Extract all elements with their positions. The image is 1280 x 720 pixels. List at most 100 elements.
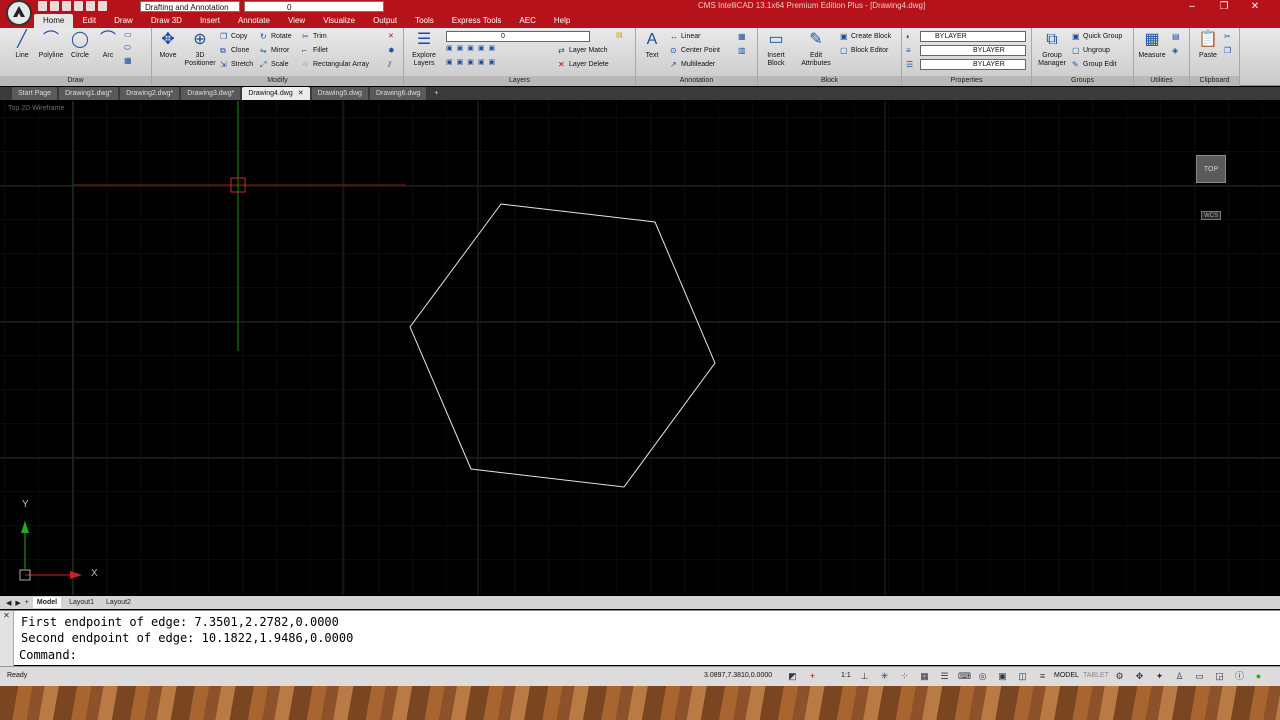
selection-cycle-icon[interactable]: ◫ xyxy=(1016,670,1029,683)
move-button[interactable]: ✥ Move xyxy=(152,30,184,60)
minimize-button[interactable]: – xyxy=(1182,0,1202,13)
viewport-label[interactable]: Top 2D Wireframe xyxy=(8,105,64,112)
tab-edit[interactable]: Edit xyxy=(73,14,105,28)
isolate-icon[interactable]: ♙ xyxy=(1173,670,1186,683)
layer-delete-button[interactable]: ✕ Layer Delete xyxy=(558,60,609,70)
redo-icon[interactable] xyxy=(98,1,107,11)
restore-button[interactable]: ❐ xyxy=(1214,0,1234,13)
measure-button[interactable]: ▦ Measure xyxy=(1136,30,1168,60)
ellipse-icon[interactable]: ⬭ xyxy=(124,43,135,53)
model-space-toggle[interactable]: MODEL xyxy=(1054,672,1079,679)
annotation-panel-title[interactable]: Annotation xyxy=(636,76,757,86)
tab-aec[interactable]: AEC xyxy=(510,14,544,28)
workspace-select[interactable]: Drafting and Annotation xyxy=(140,1,240,12)
explode-icon[interactable]: ✸ xyxy=(388,46,399,56)
layer-select[interactable]: 0 xyxy=(446,31,590,42)
workspace-icon[interactable]: ✥ xyxy=(1133,670,1146,683)
command-close-icon[interactable]: ✕ xyxy=(0,611,14,666)
tab-view[interactable]: View xyxy=(279,14,314,28)
arc-button[interactable]: ⌒ Arc xyxy=(92,30,124,60)
polyline-button[interactable]: ⌒ Polyline xyxy=(35,30,67,60)
tab-layout1[interactable]: Layout1 xyxy=(65,597,98,608)
lineweight-select[interactable]: BYLAYER xyxy=(920,59,1026,70)
block-editor-button[interactable]: ▢ Block Editor xyxy=(840,46,888,56)
tab-annotate[interactable]: Annotate xyxy=(229,14,279,28)
ortho-icon[interactable]: ⊥ xyxy=(858,670,871,683)
quick-props-icon[interactable]: ▣ xyxy=(996,670,1009,683)
block-panel-title[interactable]: Block xyxy=(758,76,901,86)
open-icon[interactable] xyxy=(50,1,59,11)
clean-screen-icon[interactable]: ▭ xyxy=(1193,670,1206,683)
save-icon[interactable] xyxy=(62,1,71,11)
rectangular-array-button[interactable]: ⁘ Rectangular Array xyxy=(302,60,369,70)
create-block-button[interactable]: ▣ Create Block xyxy=(840,32,891,42)
group-edit-button[interactable]: ✎ Group Edit xyxy=(1072,60,1116,70)
field-icon[interactable]: ▥ xyxy=(738,46,749,56)
tab-visualize[interactable]: Visualize xyxy=(314,14,364,28)
tab-draw[interactable]: Draw xyxy=(105,14,142,28)
tab-layout2[interactable]: Layout2 xyxy=(102,597,135,608)
fullscreen-icon[interactable]: ◲ xyxy=(1213,670,1226,683)
tab-express-tools[interactable]: Express Tools xyxy=(443,14,511,28)
snap-icon[interactable]: ◩ xyxy=(786,670,799,683)
polar-icon[interactable]: ✳ xyxy=(878,670,891,683)
copy-clip-icon[interactable]: ❐ xyxy=(1224,46,1235,56)
linear-dimension-button[interactable]: ↔ Linear xyxy=(670,32,700,42)
id-icon[interactable]: ◈ xyxy=(1172,46,1183,56)
layer-tools-row1[interactable]: ▣▣▣▣▣ xyxy=(446,44,499,54)
status-ok-icon[interactable]: ● xyxy=(1252,670,1265,683)
doc-tab-drawing4[interactable]: Drawing4.dwg ✕ xyxy=(242,87,310,100)
tab-insert[interactable]: Insert xyxy=(191,14,229,28)
stretch-button[interactable]: ⇲ Stretch xyxy=(220,60,253,70)
view-cube[interactable]: TOP xyxy=(1196,155,1226,183)
drawing-viewport[interactable]: Top 2D Wireframe TOP WCS Y X xyxy=(0,101,1280,595)
quick-layer-select[interactable]: 0 xyxy=(244,1,384,12)
copy-button[interactable]: ❐ Copy xyxy=(220,32,247,42)
new-tab-icon[interactable]: + xyxy=(428,87,444,100)
new-icon[interactable] xyxy=(38,1,47,11)
ungroup-button[interactable]: ▢ Ungroup xyxy=(1072,46,1110,56)
explore-layers-button[interactable]: ☰ Explore Layers xyxy=(408,30,440,68)
quick-group-button[interactable]: ▣ Quick Group xyxy=(1072,32,1122,42)
table-icon[interactable]: ▦ xyxy=(738,32,749,42)
fillet-button[interactable]: ⌐ Fillet xyxy=(302,46,328,56)
tab-tools[interactable]: Tools xyxy=(406,14,443,28)
doc-tab-drawing5[interactable]: Drawing5.dwg xyxy=(311,87,368,100)
drafting-icon[interactable]: + xyxy=(806,670,819,683)
doc-tab-drawing6[interactable]: Drawing6.dwg xyxy=(369,87,427,100)
groups-panel-title[interactable]: Groups xyxy=(1032,76,1133,86)
list-icon[interactable]: ▤ xyxy=(1172,32,1183,42)
layout-nav-next-icon[interactable]: ▶ xyxy=(15,599,20,607)
tab-help[interactable]: Help xyxy=(545,14,579,28)
app-logo-icon[interactable] xyxy=(6,0,32,26)
layer-tools-row2[interactable]: ▣▣▣▣▣ xyxy=(446,58,499,68)
layout-add-icon[interactable]: + xyxy=(25,599,29,606)
doc-tab-drawing1[interactable]: Drawing1.dwg* xyxy=(59,87,119,100)
doc-tab-drawing3[interactable]: Drawing3.dwg* xyxy=(181,87,241,100)
text-button[interactable]: A Text xyxy=(636,30,668,60)
draw-panel-title[interactable]: Draw xyxy=(0,76,151,86)
scale-button[interactable]: ⤢ Scale xyxy=(260,60,289,70)
rotate-button[interactable]: ↻ Rotate xyxy=(260,32,292,42)
command-prompt[interactable]: Command: xyxy=(19,648,77,662)
hatch-icon[interactable]: ▦ xyxy=(124,56,135,66)
info-icon[interactable]: ⓘ xyxy=(1233,670,1246,683)
annotation-scale[interactable]: 1:1 xyxy=(841,672,851,679)
3d-positioner-button[interactable]: ⊕ 3D Positioner xyxy=(182,30,218,68)
layers-panel-title[interactable]: Layers xyxy=(404,76,635,86)
linetype-select[interactable]: BYLAYER xyxy=(920,45,1026,56)
layer-match-button[interactable]: ⇄ Layer Match xyxy=(558,46,608,56)
settings-gear-icon[interactable]: ⚙ xyxy=(1113,670,1126,683)
tab-home[interactable]: Home xyxy=(34,14,74,28)
modify-panel-title[interactable]: Modify xyxy=(152,76,403,86)
doc-tab-start-page[interactable]: Start Page xyxy=(12,87,58,100)
rectangle-icon[interactable]: ▭ xyxy=(124,30,135,40)
edit-attributes-button[interactable]: ✎ Edit Attributes xyxy=(796,30,836,68)
group-manager-button[interactable]: ⧉ Group Manager xyxy=(1034,30,1070,68)
dynamic-input-icon[interactable]: ⌨ xyxy=(958,670,971,683)
line-button[interactable]: ╱ Line xyxy=(6,30,38,60)
tab-output[interactable]: Output xyxy=(364,14,406,28)
lock-icon[interactable]: ✦ xyxy=(1153,670,1166,683)
print-icon[interactable] xyxy=(74,1,83,11)
doc-tab-drawing2[interactable]: Drawing2.dwg* xyxy=(120,87,180,100)
